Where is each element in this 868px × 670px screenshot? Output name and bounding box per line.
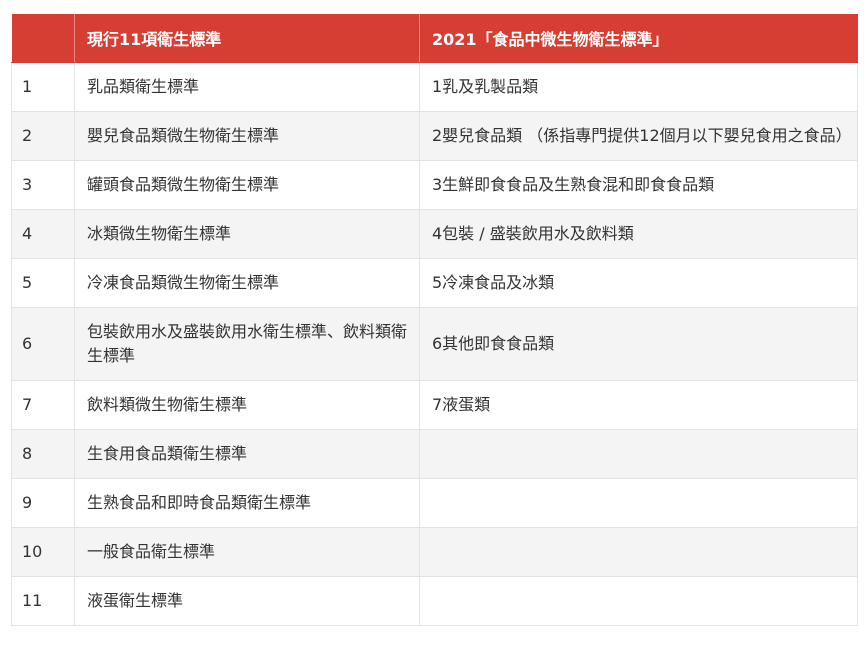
table-header: 現行11項衛生標準 2021「食品中微生物衛生標準」 (11, 14, 858, 63)
cell-current-standard: 生食用食品類衛生標準 (74, 429, 420, 479)
cell-2021-standard: 6其他即食食品類 (419, 307, 858, 381)
cell-current-standard: 罐頭食品類微生物衛生標準 (74, 160, 420, 210)
cell-current-standard: 生熟食品和即時食品類衛生標準 (74, 478, 420, 528)
cell-index: 8 (11, 429, 75, 479)
cell-current-standard: 飲料類微生物衛生標準 (74, 380, 420, 430)
table-row: 10 一般食品衛生標準 (11, 527, 858, 577)
cell-current-standard: 冰類微生物衛生標準 (74, 209, 420, 259)
table-row: 1 乳品類衛生標準 1乳及乳製品類 (11, 62, 858, 112)
table-row: 8 生食用食品類衛生標準 (11, 429, 858, 479)
table-body: 1 乳品類衛生標準 1乳及乳製品類 2 嬰兒食品類微生物衛生標準 2嬰兒食品類 … (11, 62, 858, 626)
cell-2021-standard: 5冷凍食品及冰類 (419, 258, 858, 308)
header-row: 現行11項衛生標準 2021「食品中微生物衛生標準」 (11, 14, 858, 63)
cell-index: 9 (11, 478, 75, 528)
table-row: 11 液蛋衛生標準 (11, 576, 858, 626)
cell-index: 3 (11, 160, 75, 210)
cell-current-standard: 液蛋衛生標準 (74, 576, 420, 626)
cell-index: 4 (11, 209, 75, 259)
cell-2021-standard: 1乳及乳製品類 (419, 62, 858, 112)
table-row: 7 飲料類微生物衛生標準 7液蛋類 (11, 380, 858, 430)
cell-index: 5 (11, 258, 75, 308)
header-current-standards: 現行11項衛生標準 (74, 14, 420, 63)
cell-2021-standard: 2嬰兒食品類 （係指專門提供12個月以下嬰兒食用之食品） (419, 111, 858, 161)
cell-current-standard: 包裝飲用水及盛裝飲用水衛生標準、飲料類衛生標準 (74, 307, 420, 381)
cell-index: 10 (11, 527, 75, 577)
cell-index: 11 (11, 576, 75, 626)
cell-2021-standard (419, 478, 858, 528)
table-row: 5 冷凍食品類微生物衛生標準 5冷凍食品及冰類 (11, 258, 858, 308)
header-2021-standards: 2021「食品中微生物衛生標準」 (419, 14, 858, 63)
cell-2021-standard: 3生鮮即食食品及生熟食混和即食食品類 (419, 160, 858, 210)
cell-index: 1 (11, 62, 75, 112)
cell-2021-standard: 7液蛋類 (419, 380, 858, 430)
standards-comparison-table: 現行11項衛生標準 2021「食品中微生物衛生標準」 1 乳品類衛生標準 1乳及… (11, 14, 858, 626)
header-index (11, 14, 75, 63)
table-row: 6 包裝飲用水及盛裝飲用水衛生標準、飲料類衛生標準 6其他即食食品類 (11, 307, 858, 381)
cell-2021-standard: 4包裝 / 盛裝飲用水及飲料類 (419, 209, 858, 259)
table-row: 4 冰類微生物衛生標準 4包裝 / 盛裝飲用水及飲料類 (11, 209, 858, 259)
cell-2021-standard (419, 429, 858, 479)
cell-2021-standard (419, 576, 858, 626)
standards-comparison-table-container: 現行11項衛生標準 2021「食品中微生物衛生標準」 1 乳品類衛生標準 1乳及… (11, 14, 858, 626)
cell-index: 7 (11, 380, 75, 430)
cell-index: 6 (11, 307, 75, 381)
table-row: 9 生熟食品和即時食品類衛生標準 (11, 478, 858, 528)
cell-index: 2 (11, 111, 75, 161)
cell-current-standard: 乳品類衛生標準 (74, 62, 420, 112)
cell-current-standard: 冷凍食品類微生物衛生標準 (74, 258, 420, 308)
table-row: 2 嬰兒食品類微生物衛生標準 2嬰兒食品類 （係指專門提供12個月以下嬰兒食用之… (11, 111, 858, 161)
cell-current-standard: 嬰兒食品類微生物衛生標準 (74, 111, 420, 161)
cell-current-standard: 一般食品衛生標準 (74, 527, 420, 577)
table-row: 3 罐頭食品類微生物衛生標準 3生鮮即食食品及生熟食混和即食食品類 (11, 160, 858, 210)
cell-2021-standard (419, 527, 858, 577)
